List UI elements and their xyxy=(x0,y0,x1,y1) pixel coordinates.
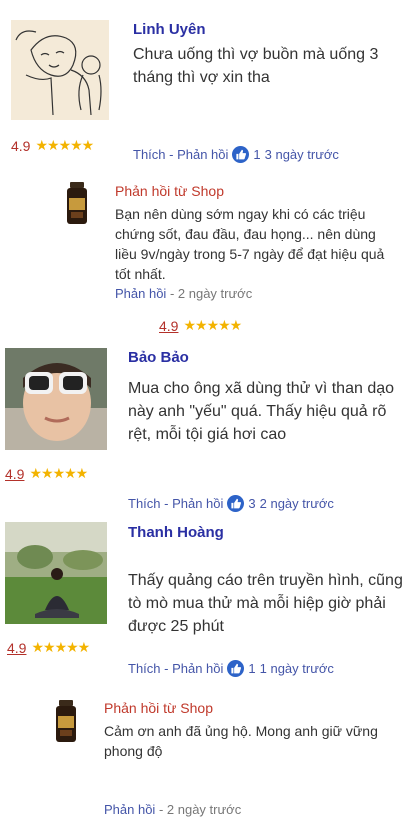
review-actions: Thích - Phản hồi 1 1 ngày trước xyxy=(128,660,334,677)
shop-reply-actions: Phản hồi - 2 ngày trước xyxy=(104,802,241,817)
rating-stars: ★★★★★ xyxy=(31,639,90,655)
rating-stars: ★★★★★ xyxy=(183,317,242,333)
like-count: 1 xyxy=(253,147,261,162)
rating-value: 4.9 xyxy=(11,137,31,154)
avatar-child-sunglasses xyxy=(5,348,107,450)
avatar-sketch xyxy=(11,20,109,120)
rating-stars: ★★★★★ xyxy=(29,465,88,481)
like-count: 1 xyxy=(248,661,256,676)
shop-reply-actions: Phản hồi - 2 ngày trước xyxy=(115,286,252,301)
avatar-girl-field xyxy=(5,522,107,624)
reviewer-name: Thanh Hoàng xyxy=(128,524,224,541)
review-time: 1 ngày trước xyxy=(259,661,334,676)
rating-stars: ★★★★★ xyxy=(35,137,94,153)
like-reply-link[interactable]: Thích - Phản hồi xyxy=(133,147,228,162)
reply-time: - 2 ngày trước xyxy=(158,802,242,817)
product-bottle-icon xyxy=(54,700,78,742)
reply-link[interactable]: Phản hồi xyxy=(115,286,166,301)
rating-value: 4.9 xyxy=(7,639,27,656)
like-thumb-icon[interactable] xyxy=(232,146,250,163)
review-actions: Thích - Phản hồi 3 2 ngày trước xyxy=(128,495,334,512)
review-actions: Thích - Phản hồi 1 3 ngày trước xyxy=(133,146,339,163)
rating: 4.9 ★★★★★ xyxy=(5,465,88,482)
review-text: Chưa uống thì vợ buồn mà uống 3 tháng th… xyxy=(133,46,379,86)
product-bottle-icon xyxy=(65,182,89,224)
rating-value: 4.9 xyxy=(5,465,25,482)
reply-time: - 2 ngày trước xyxy=(169,286,253,301)
rating: 4.9 ★★★★★ xyxy=(7,639,90,656)
review-text: Thấy quảng cáo trên truyền hình, cũng tò… xyxy=(128,572,403,635)
like-thumb-icon[interactable] xyxy=(227,660,245,677)
shop-reply-text: Bạn nên dùng sớm ngay khi có các triệu c… xyxy=(115,206,385,282)
reviewer-name: Bảo Bảo xyxy=(128,349,189,366)
like-thumb-icon[interactable] xyxy=(227,495,245,512)
shop-reply-text: Cảm ơn anh đã ủng hộ. Mong anh giữ vững … xyxy=(104,723,378,759)
rating-value: 4.9 xyxy=(159,317,179,334)
rating: 4.9 ★★★★★ xyxy=(159,317,242,334)
like-reply-link[interactable]: Thích - Phản hồi xyxy=(128,496,223,511)
shop-reply-title: Phản hồi từ Shop xyxy=(104,700,214,716)
reviewer-name: Linh Uyên xyxy=(133,21,206,38)
rating: 4.9 ★★★★★ xyxy=(11,137,94,154)
review-text: Mua cho ông xã dùng thử vì than dạo này … xyxy=(128,380,395,443)
like-reply-link[interactable]: Thích - Phản hồi xyxy=(128,661,223,676)
like-count: 3 xyxy=(248,496,256,511)
reply-link[interactable]: Phản hồi xyxy=(104,802,155,817)
review-time: 3 ngày trước xyxy=(264,147,339,162)
shop-reply-title: Phản hồi từ Shop xyxy=(115,183,225,199)
review-time: 2 ngày trước xyxy=(259,496,334,511)
